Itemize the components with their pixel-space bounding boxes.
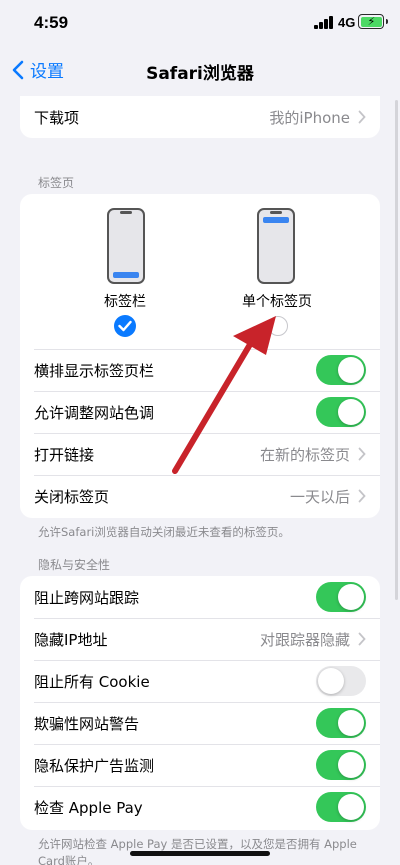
signal-icon: [314, 16, 334, 29]
tabs-footer-note: 允许Safari浏览器自动关闭最近未查看的标签页。: [38, 525, 290, 539]
checkmark-icon[interactable]: [114, 315, 136, 337]
prevent-cross-site-tracking-label: 阻止跨网站跟踪: [34, 588, 140, 607]
hide-ip-row[interactable]: 隐藏IP地址 对跟踪器隐藏: [20, 618, 380, 660]
tab-layout-option-single-tab[interactable]: 单个标签页: [227, 206, 327, 341]
check-apple-pay-row: 检查 Apple Pay: [20, 786, 380, 828]
home-indicator: [130, 851, 270, 856]
hide-ip-value: 对跟踪器隐藏: [259, 630, 350, 649]
tab-bar-label: 标签栏: [104, 294, 146, 310]
privacy-ad-measurement-label: 隐私保护广告监测: [34, 756, 155, 775]
privacy-section-header: 隐私与安全性: [38, 558, 111, 572]
block-all-cookies-row: 阻止所有 Cookie: [20, 660, 380, 702]
downloads-label: 下载项: [34, 108, 80, 127]
prevent-cross-site-tracking-toggle[interactable]: [316, 582, 366, 612]
hide-ip-label: 隐藏IP地址: [34, 630, 108, 649]
battery-icon: ⚡: [358, 14, 388, 29]
tabs-section-header: 标签页: [38, 176, 75, 190]
website-tinting-row: 允许调整网站色调: [20, 391, 380, 433]
downloads-group: 下载项 我的iPhone: [20, 96, 380, 138]
status-bar: 4:59 4G ⚡: [0, 0, 400, 48]
chevron-right-icon: [358, 632, 366, 646]
open-links-label: 打开链接: [34, 445, 95, 464]
radio-empty-icon[interactable]: [268, 316, 288, 336]
website-tinting-toggle[interactable]: [316, 397, 366, 427]
status-time: 4:59: [34, 13, 69, 32]
page-title: Safari浏览器: [146, 64, 254, 84]
close-tabs-value: 一天以后: [289, 487, 350, 506]
scrollbar[interactable]: [395, 100, 398, 600]
block-all-cookies-label: 阻止所有 Cookie: [34, 672, 150, 691]
check-apple-pay-toggle[interactable]: [316, 792, 366, 822]
privacy-ad-measurement-toggle[interactable]: [316, 750, 366, 780]
network-type: 4G: [338, 15, 356, 30]
check-apple-pay-label: 检查 Apple Pay: [34, 798, 143, 817]
show-tab-bar-horizontal-row: 横排显示标签页栏: [20, 349, 380, 391]
downloads-row[interactable]: 下载项 我的iPhone: [20, 96, 380, 138]
website-tinting-label: 允许调整网站色调: [34, 403, 155, 422]
prevent-cross-site-tracking-row: 阻止跨网站跟踪: [20, 576, 380, 618]
show-tab-bar-horizontal-toggle[interactable]: [316, 355, 366, 385]
show-tab-bar-horizontal-label: 横排显示标签页栏: [34, 361, 155, 380]
close-tabs-label: 关闭标签页: [34, 487, 110, 506]
tab-bar-phone-icon: [107, 208, 145, 284]
privacy-ad-measurement-row: 隐私保护广告监测: [20, 744, 380, 786]
single-tab-label: 单个标签页: [242, 294, 312, 310]
privacy-group: 阻止跨网站跟踪 隐藏IP地址 对跟踪器隐藏 阻止所有 Cookie 欺骗性网站警…: [20, 576, 380, 830]
single-tab-phone-icon: [257, 208, 295, 284]
fraudulent-website-warning-toggle[interactable]: [316, 708, 366, 738]
close-tabs-row[interactable]: 关闭标签页 一天以后: [20, 475, 380, 517]
fraudulent-website-warning-row: 欺骗性网站警告: [20, 702, 380, 744]
open-links-row[interactable]: 打开链接 在新的标签页: [20, 433, 380, 475]
tabs-group: 标签栏 单个标签页 横排显示标签页栏 允许调整网站色调 打开链接 在新的标签页 …: [20, 194, 380, 518]
chevron-right-icon: [358, 110, 366, 124]
block-all-cookies-toggle[interactable]: [316, 666, 366, 696]
downloads-value: 我的iPhone: [269, 108, 350, 127]
open-links-value: 在新的标签页: [259, 445, 350, 464]
fraudulent-website-warning-label: 欺骗性网站警告: [34, 714, 140, 733]
tab-layout-option-tab-bar[interactable]: 标签栏: [75, 206, 175, 341]
chevron-right-icon: [358, 447, 366, 461]
navigation-bar: 设置 Safari浏览器: [0, 48, 400, 92]
chevron-right-icon: [358, 489, 366, 503]
